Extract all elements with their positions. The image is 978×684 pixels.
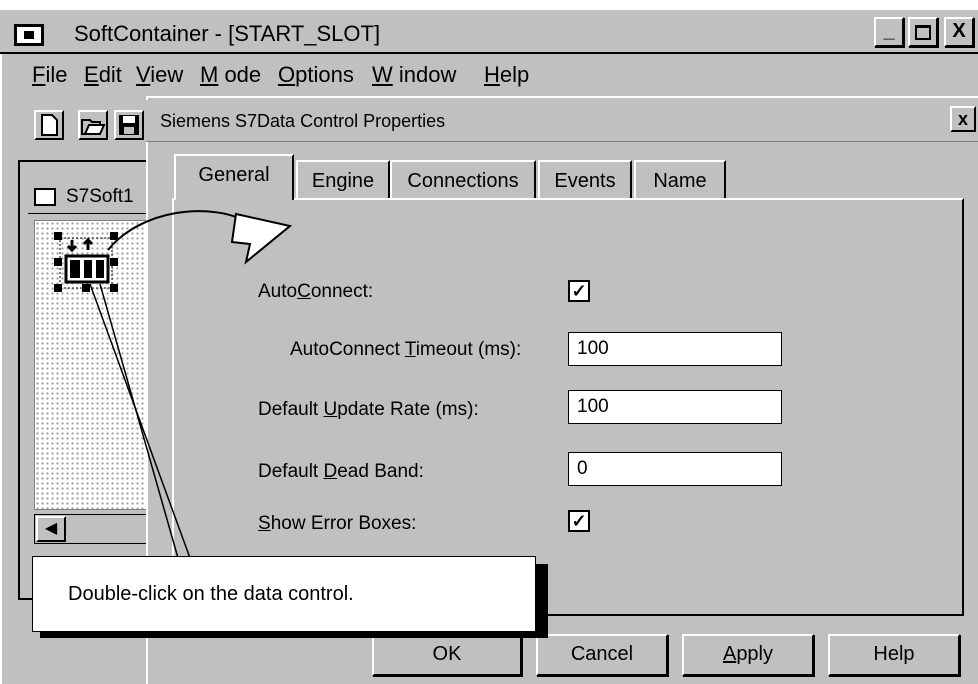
show-error-boxes-checkbox[interactable]: ✓ (568, 510, 590, 532)
menu-options[interactable]: Options (278, 62, 354, 88)
scroll-left-button[interactable]: ◀ (36, 516, 66, 542)
update-rate-label: Default Update Rate (ms): (258, 399, 479, 420)
close-button[interactable]: X (944, 17, 974, 47)
autoconnect-timeout-input[interactable] (568, 332, 782, 366)
help-button[interactable]: Help (828, 634, 960, 676)
dead-band-label: Default Dead Band: (258, 461, 424, 482)
menu-edit[interactable]: Edit (84, 62, 122, 88)
menu-mode[interactable]: M ode (200, 62, 261, 88)
menu-window[interactable]: W indow (372, 62, 456, 88)
tab-connections[interactable]: Connections (390, 160, 536, 198)
tab-events[interactable]: Events (538, 160, 632, 198)
apply-button[interactable]: Apply (682, 634, 814, 676)
s7-data-control-icon[interactable] (54, 230, 118, 292)
save-button[interactable] (114, 110, 144, 140)
autoconnect-label: AutoConnect: (258, 281, 374, 302)
restore-icon (915, 25, 931, 40)
window-title: SoftContainer - [START_SLOT] (74, 21, 381, 46)
open-button[interactable] (78, 110, 108, 140)
ok-button[interactable]: OK (372, 634, 522, 676)
autoconnect-checkbox[interactable]: ✓ (568, 280, 590, 302)
dead-band-input[interactable] (568, 452, 782, 486)
callout-text: Double-click on the data control. (68, 583, 354, 605)
open-folder-icon (81, 119, 106, 135)
cancel-button[interactable]: Cancel (536, 634, 668, 676)
menu-file[interactable]: File (32, 62, 67, 88)
tab-engine[interactable]: Engine (296, 160, 390, 198)
container-icon (34, 188, 56, 206)
autoconnect-timeout-label: AutoConnect Timeout (ms): (290, 339, 522, 360)
tab-general[interactable]: General (174, 154, 294, 200)
dialog-close-button[interactable]: x (950, 106, 976, 132)
save-disk-icon (119, 115, 139, 135)
show-error-boxes-label: Show Error Boxes: (258, 513, 417, 534)
minimize-button[interactable]: _ (874, 17, 904, 47)
new-file-button[interactable] (34, 110, 64, 140)
menu-view[interactable]: View (136, 62, 183, 88)
tab-name[interactable]: Name (634, 160, 726, 198)
system-menu-icon[interactable] (14, 24, 44, 46)
update-rate-input[interactable] (568, 390, 782, 424)
restore-button[interactable] (908, 17, 938, 47)
subwindow-title: S7Soft1 (66, 186, 134, 207)
new-file-icon (41, 114, 58, 136)
dialog-title: Siemens S7Data Control Properties (160, 111, 446, 131)
menu-help[interactable]: Help (484, 62, 529, 88)
